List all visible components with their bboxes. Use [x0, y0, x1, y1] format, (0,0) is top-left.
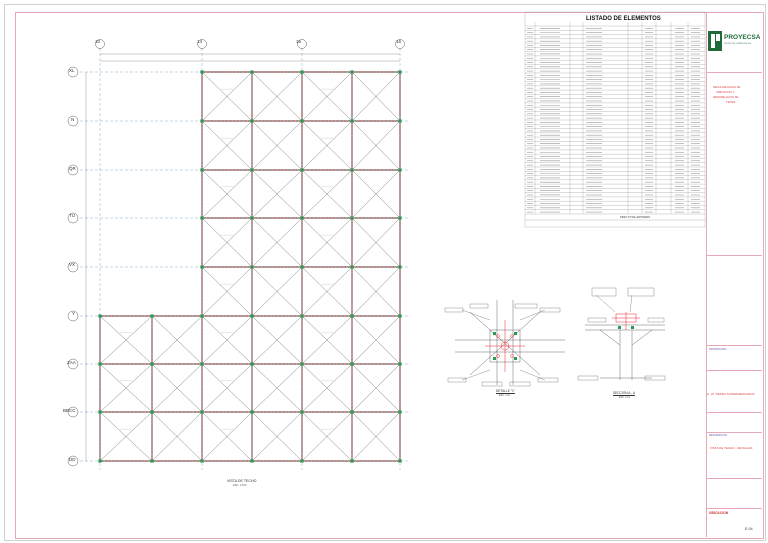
tb-separator: [706, 478, 762, 479]
tb-separator: [706, 508, 762, 509]
client-name: H. W. TIENDA SUPERMERCADOS: [707, 392, 755, 396]
company-logo-subtitle: PROYECTOS Y SERVICIOS S.A.: [724, 43, 752, 45]
client-label: PROPIETARIO: [709, 348, 727, 351]
title-block-border: [706, 12, 707, 537]
location-label: UBICACION: [709, 511, 729, 515]
project-line: TIENDA: [726, 101, 736, 104]
project-line: REMODELACION DE: [713, 96, 739, 99]
tb-separator: [706, 72, 762, 73]
tb-separator: [706, 432, 762, 433]
table-footer-label: PESO TOTAL ESTIMADO: [620, 216, 651, 219]
elements-table: [524, 11, 706, 228]
tb-separator: [706, 412, 762, 413]
project-line: REGULARIZACION DE: [713, 86, 741, 89]
table-title: LISTADO DE ELEMENTOS: [586, 16, 661, 22]
company-logo-text: PROYECSA: [724, 34, 761, 41]
drawing-desc: VISTA DE TECHO - DETALLES: [710, 446, 753, 450]
tb-separator: [706, 345, 762, 346]
tb-separator: [706, 370, 762, 371]
tb-separator: [706, 255, 762, 256]
drawing-desc-label: DESCRIPCION: [709, 434, 728, 437]
sheet-code: E-04: [745, 527, 753, 531]
project-line: AMPLIACION Y: [716, 91, 735, 94]
